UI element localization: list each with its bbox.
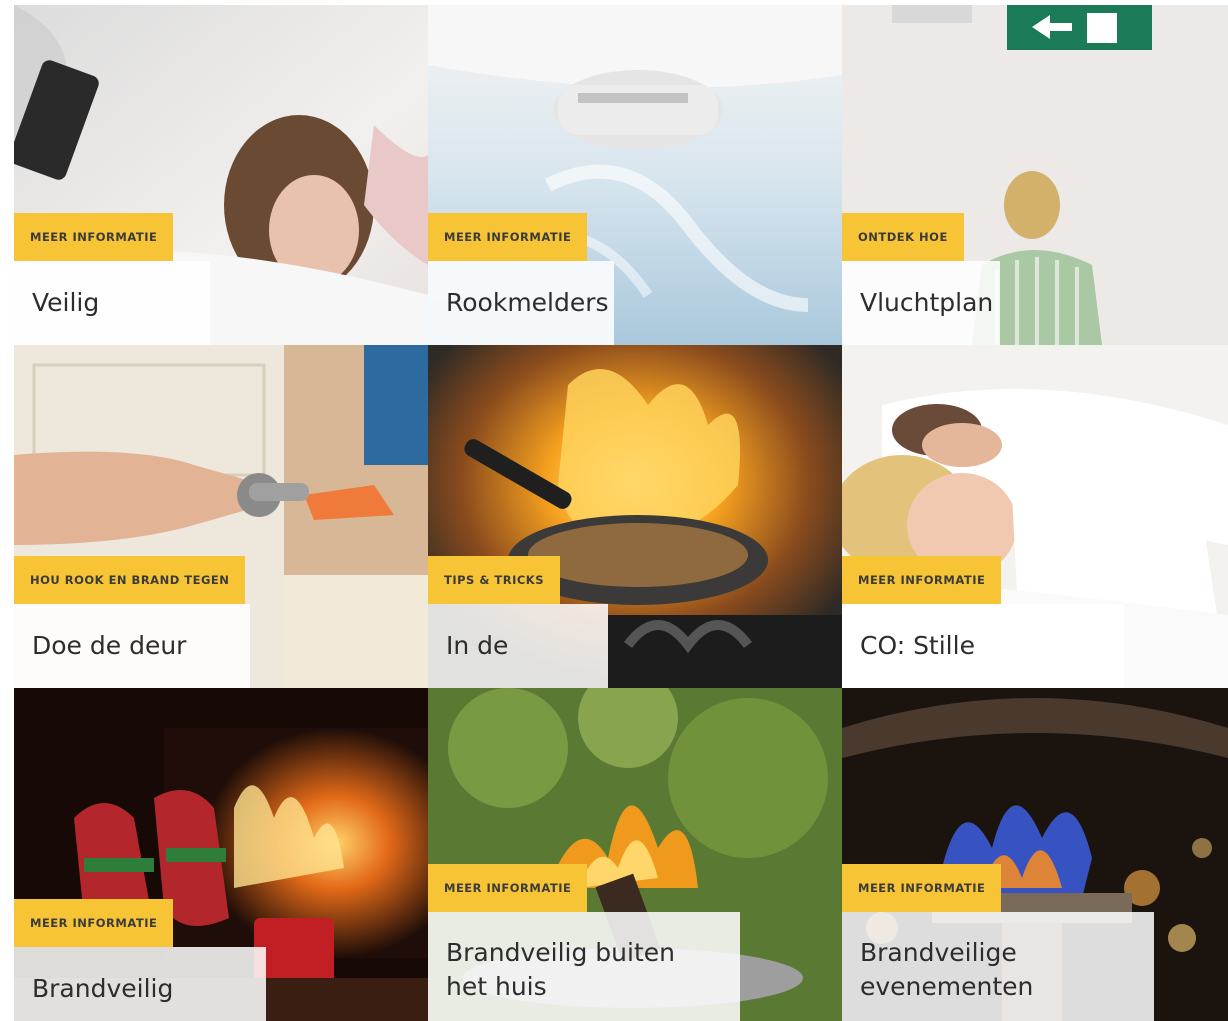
tile-title: Doe de deur dicht [14,604,250,688]
tile-in-de-keuken[interactable]: TIPS & TRICKS In de keuken [428,345,842,688]
tile-brandveilige-evenementen[interactable]: MEER INFORMATIE Brandveilige evenementen [842,688,1228,1021]
tile-rookmelders[interactable]: MEER INFORMATIE Rookmelders [428,5,842,345]
tile-brandveilig-feesten[interactable]: MEER INFORMATIE Brandveilig feesten [14,688,428,1021]
badge: MEER INFORMATIE [842,556,1002,604]
tile-brandveilig-buiten-het-huis[interactable]: MEER INFORMATIE Brandveilig buiten het h… [428,688,842,1021]
tile-doe-de-deur-dicht[interactable]: HOU ROOK EN BRAND TEGEN Doe de deur dich… [14,345,428,688]
tile-title: Vluchtplan [842,261,1000,345]
tile-title: CO: Stille moordenaar [842,604,1124,688]
tile-title: Brandveilig buiten het huis [428,912,740,1021]
tile-title: Rookmelders [428,261,614,345]
tile-title: Brandveilige evenementen [842,912,1154,1021]
badge: MEER INFORMATIE [842,864,1002,912]
info-tile-grid: MEER INFORMATIE Veilig opladen MEER INFO… [0,0,1228,1021]
tile-title: Brandveilig feesten [14,947,266,1021]
tile-vluchtplan[interactable]: ONTDEK HOE Vluchtplan [842,5,1228,345]
badge: MEER INFORMATIE [14,213,174,261]
tile-veilig-opladen[interactable]: MEER INFORMATIE Veilig opladen [14,5,428,345]
badge: HOU ROOK EN BRAND TEGEN [14,556,246,604]
badge: TIPS & TRICKS [428,556,560,604]
tile-title: In de keuken [428,604,608,688]
badge: MEER INFORMATIE [14,899,174,947]
badge: ONTDEK HOE [842,213,964,261]
tile-co-stille-moordenaar[interactable]: MEER INFORMATIE CO: Stille moordenaar [842,345,1228,688]
badge: MEER INFORMATIE [428,864,588,912]
tile-title: Veilig opladen [14,261,210,345]
badge: MEER INFORMATIE [428,213,588,261]
